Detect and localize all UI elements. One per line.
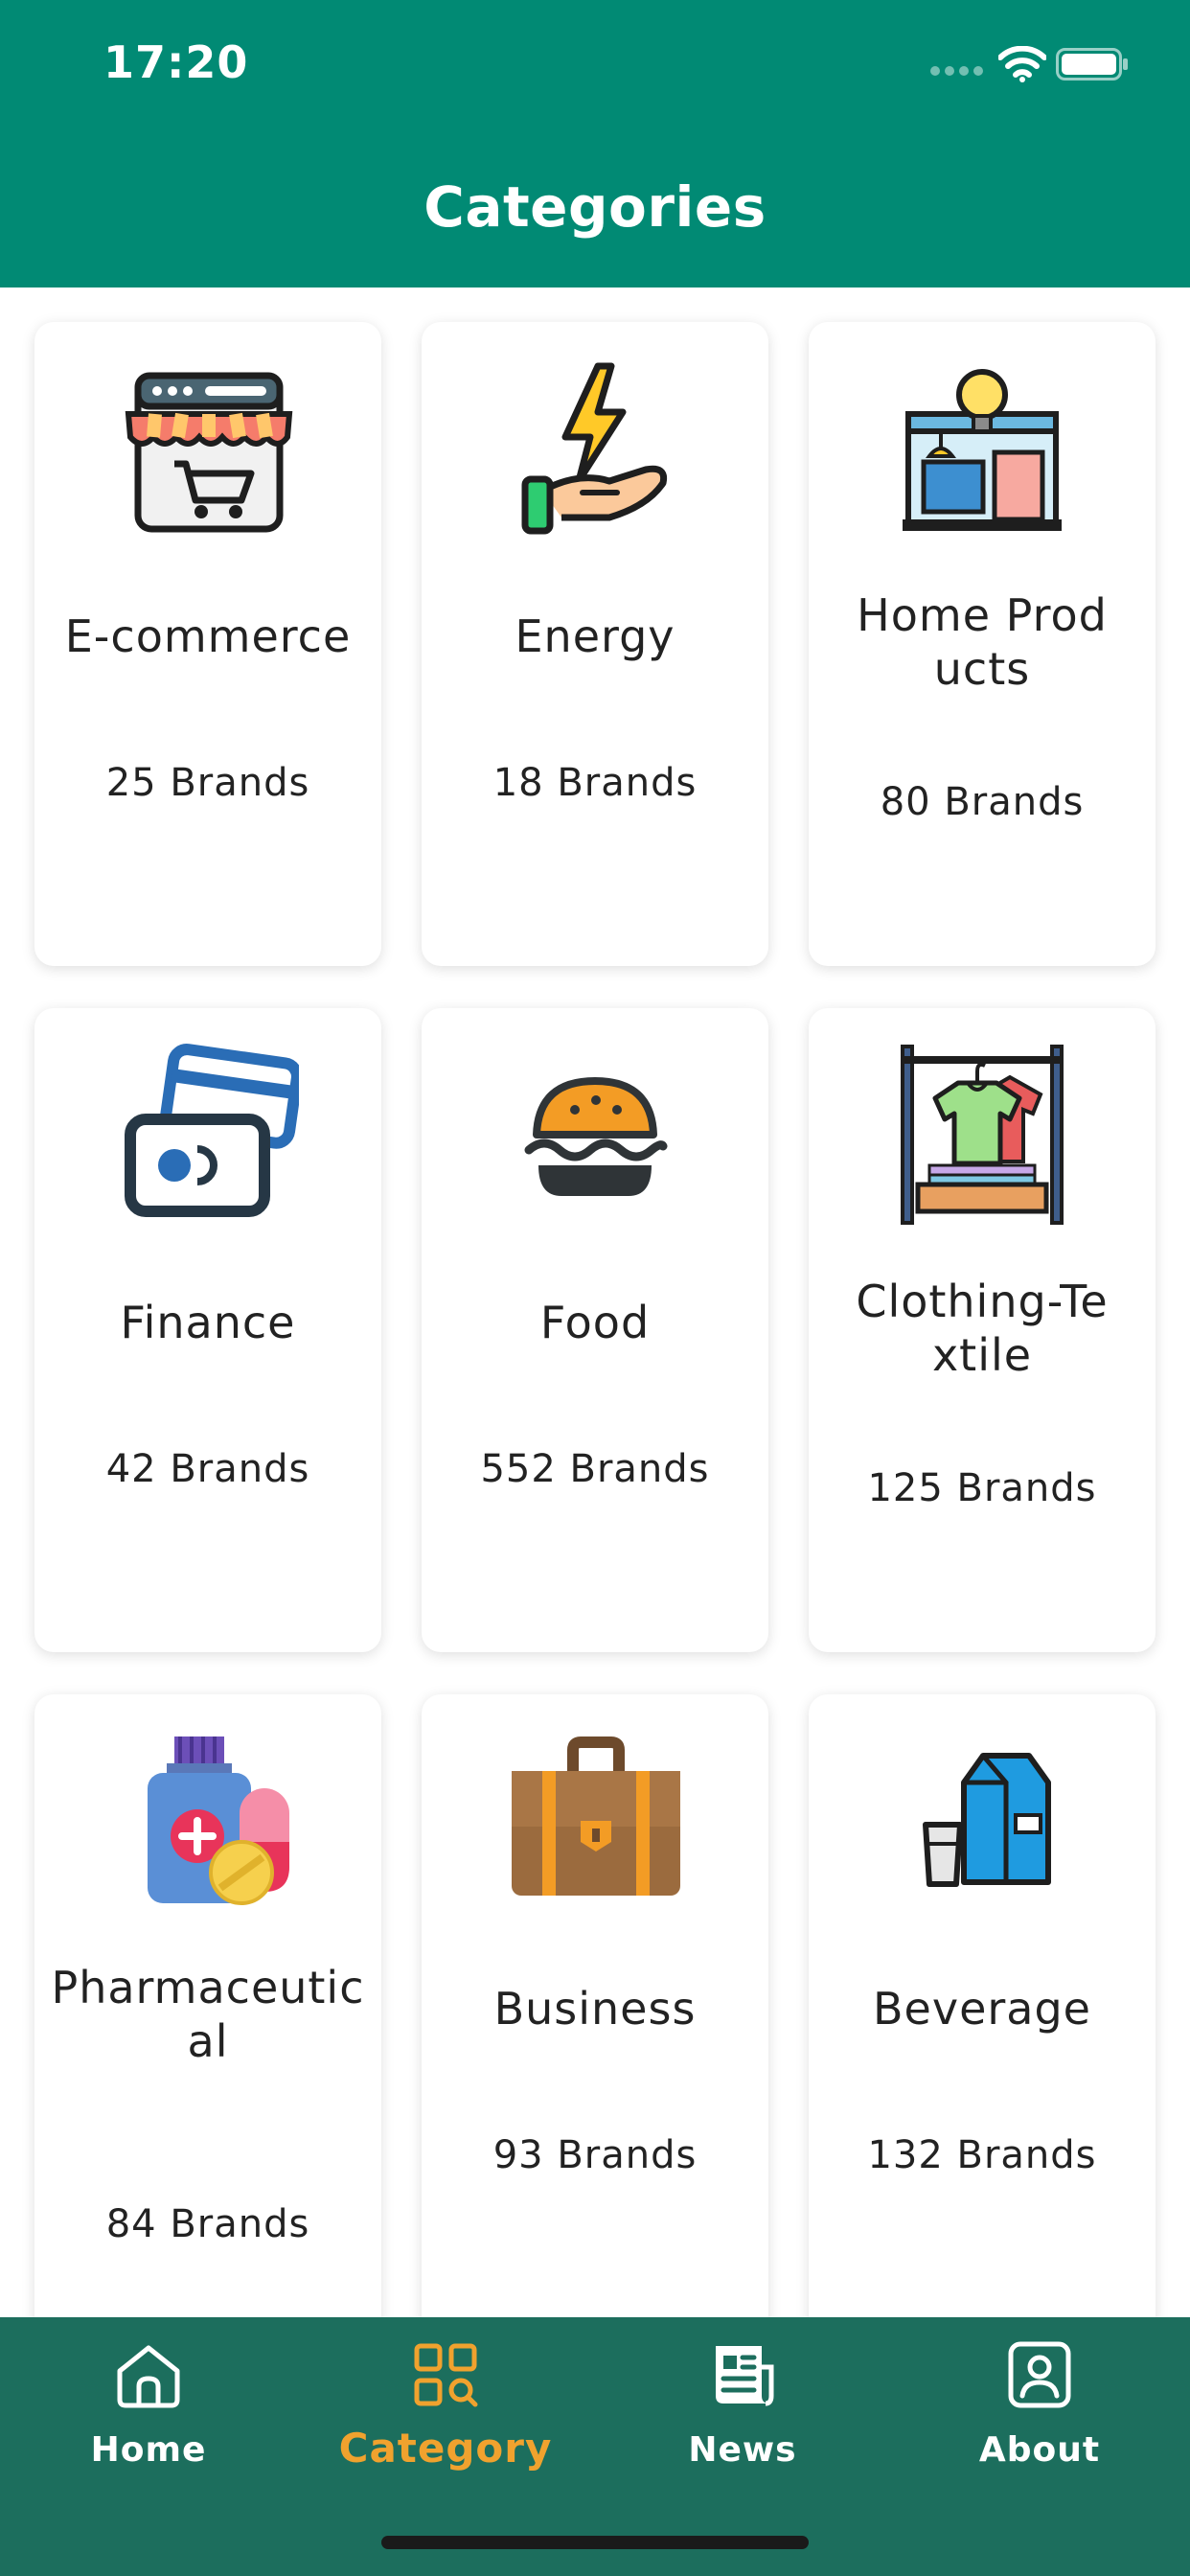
tab-home[interactable]: Home	[0, 2317, 297, 2499]
category-name: Energy	[515, 610, 675, 662]
category-name: Home Products	[857, 589, 1108, 695]
category-brand-count: 18 Brands	[492, 761, 698, 805]
online-store-icon	[125, 372, 293, 533]
tab-label: Home	[90, 2430, 207, 2470]
news-icon	[716, 2346, 774, 2406]
category-brand-count: 25 Brands	[105, 761, 310, 805]
wifi-icon	[998, 46, 1046, 82]
credit-cards-icon	[125, 1044, 299, 1217]
category-card-clothing-textile[interactable]: Clothing-Textile 125 Brands	[809, 1008, 1156, 1652]
home-indicator	[381, 2536, 809, 2549]
category-name: Food	[539, 1297, 651, 1348]
status-icons	[918, 44, 1129, 82]
status-time: 17:20	[103, 36, 249, 88]
tab-category[interactable]: Category	[297, 2317, 594, 2499]
category-brand-count: 84 Brands	[105, 2202, 310, 2246]
medicine-icon	[148, 1736, 289, 1905]
category-name: Clothing-Textile	[856, 1276, 1109, 1381]
category-card-ecommerce[interactable]: E-commerce 25 Brands	[34, 322, 381, 966]
category-name: Business	[493, 1983, 697, 2035]
milk-carton-icon	[923, 1753, 1051, 1887]
profile-icon	[1008, 2341, 1071, 2408]
category-name: Beverage	[873, 1983, 1091, 2035]
page-title: Categories	[423, 174, 767, 240]
category-grid-icon	[414, 2343, 478, 2407]
category-card-home-products[interactable]: Home Products 80 Brands	[809, 322, 1156, 966]
energy-hand-icon	[521, 362, 668, 535]
category-brand-count: 80 Brands	[880, 780, 1085, 824]
cellular-signal-icon	[930, 66, 983, 76]
app-header: 17:20 Categories	[0, 0, 1190, 288]
category-card-pharmaceutical[interactable]: Pharmaceutical 84 Brands	[34, 1694, 381, 2317]
category-brand-count: 125 Brands	[867, 1466, 1097, 1510]
tab-label: About	[978, 2430, 1101, 2470]
category-brand-count: 132 Brands	[867, 2133, 1097, 2177]
category-card-food[interactable]: Food 552 Brands	[422, 1008, 768, 1652]
tab-label: News	[688, 2430, 797, 2470]
category-name: Finance	[120, 1297, 296, 1348]
tab-news[interactable]: News	[594, 2317, 891, 2499]
category-brand-count: 42 Brands	[105, 1447, 310, 1491]
tab-about[interactable]: About	[891, 2317, 1188, 2499]
category-brand-count: 93 Brands	[492, 2133, 698, 2177]
category-brand-count: 552 Brands	[480, 1447, 710, 1491]
tab-label: Category	[338, 2425, 553, 2472]
category-card-finance[interactable]: Finance 42 Brands	[34, 1008, 381, 1652]
home-store-icon	[903, 369, 1062, 531]
category-name: E-commerce	[64, 610, 352, 662]
briefcase-icon	[512, 1736, 680, 1896]
category-card-business[interactable]: Business 93 Brands	[422, 1694, 768, 2317]
category-name: Pharmaceutical	[51, 1962, 365, 2067]
clothes-rack-icon	[901, 1045, 1064, 1225]
category-card-beverage[interactable]: Beverage 132 Brands	[809, 1694, 1156, 2317]
category-grid: E-commerce 25 Brands Energy 18 Brands Ho…	[0, 288, 1190, 2317]
home-icon	[117, 2345, 180, 2408]
burger-icon	[524, 1077, 668, 1196]
battery-icon	[1056, 48, 1128, 80]
category-card-energy[interactable]: Energy 18 Brands	[422, 322, 768, 966]
